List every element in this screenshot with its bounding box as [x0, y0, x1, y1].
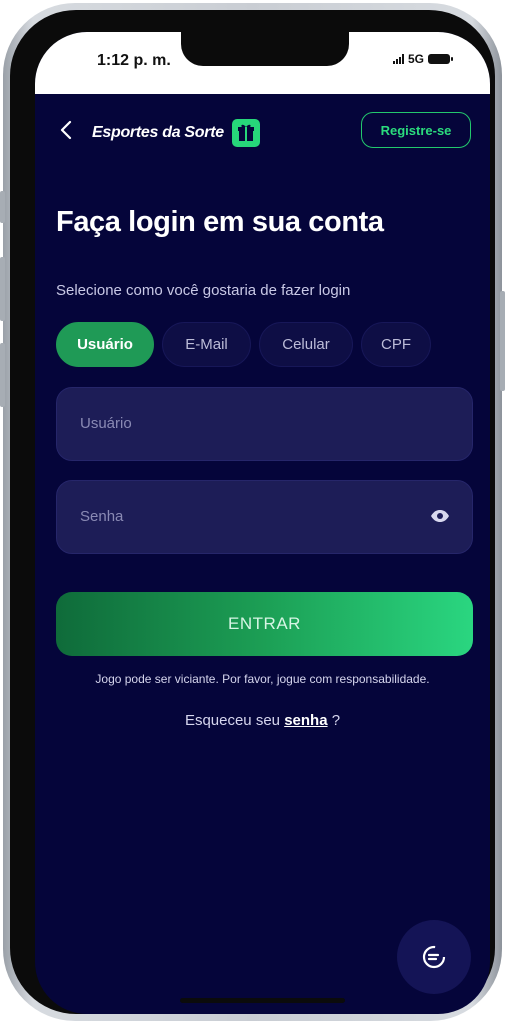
enter-button[interactable]: ENTRAR [56, 592, 473, 656]
status-icons: 5G [392, 52, 453, 66]
phone-frame: 1:12 p. m. 5G Esportes da Sorte Registre… [0, 3, 505, 1021]
side-button-power [500, 291, 505, 391]
brand-name: Esportes da Sorte [92, 124, 224, 141]
tab-celular[interactable]: Celular [259, 322, 353, 367]
brand-e-icon [422, 945, 446, 969]
responsible-gaming-notice: Jogo pode ser viciante. Por favor, jogue… [95, 672, 430, 686]
login-method-tabs: Usuário E-Mail Celular CPF [56, 322, 431, 367]
signal-icon [392, 54, 404, 64]
forgot-prefix: Esqueceu seu [184, 712, 285, 729]
brand-logo[interactable]: Esportes da Sorte [92, 119, 260, 147]
tab-usuario[interactable]: Usuário [56, 322, 154, 367]
home-indicator [180, 998, 345, 1003]
gift-icon [231, 119, 260, 147]
side-button-volume-down [0, 343, 5, 407]
app-header: Esportes da Sorte Registre-se [35, 94, 490, 164]
tab-email[interactable]: E-Mail [162, 322, 251, 367]
battery-icon [428, 54, 453, 64]
username-placeholder: Usuário [80, 415, 132, 432]
side-button-silent [0, 191, 5, 223]
notch [181, 32, 349, 66]
network-label: 5G [407, 52, 424, 66]
page-title: Faça login em sua conta [56, 206, 384, 238]
password-placeholder: Senha [80, 508, 124, 525]
forgot-password: Esqueceu seu senha ? [35, 712, 490, 729]
eye-icon[interactable] [430, 509, 450, 523]
username-input[interactable]: Usuário [56, 387, 473, 461]
support-button[interactable] [397, 920, 471, 994]
status-bar: 1:12 p. m. 5G [35, 32, 490, 94]
register-button[interactable]: Registre-se [361, 112, 471, 148]
login-method-prompt: Selecione como você gostaria de fazer lo… [56, 282, 351, 299]
chevron-left-icon[interactable] [59, 120, 75, 140]
forgot-suffix: ? [327, 712, 341, 729]
side-button-volume-up [0, 257, 5, 321]
password-input[interactable]: Senha [56, 480, 473, 554]
forgot-password-link[interactable]: senha [284, 712, 327, 729]
phone-bezel: 1:12 p. m. 5G Esportes da Sorte Registre… [10, 10, 495, 1014]
tab-cpf[interactable]: CPF [361, 322, 431, 367]
status-time: 1:12 p. m. [97, 52, 171, 69]
screen: 1:12 p. m. 5G Esportes da Sorte Registre… [35, 32, 490, 1014]
